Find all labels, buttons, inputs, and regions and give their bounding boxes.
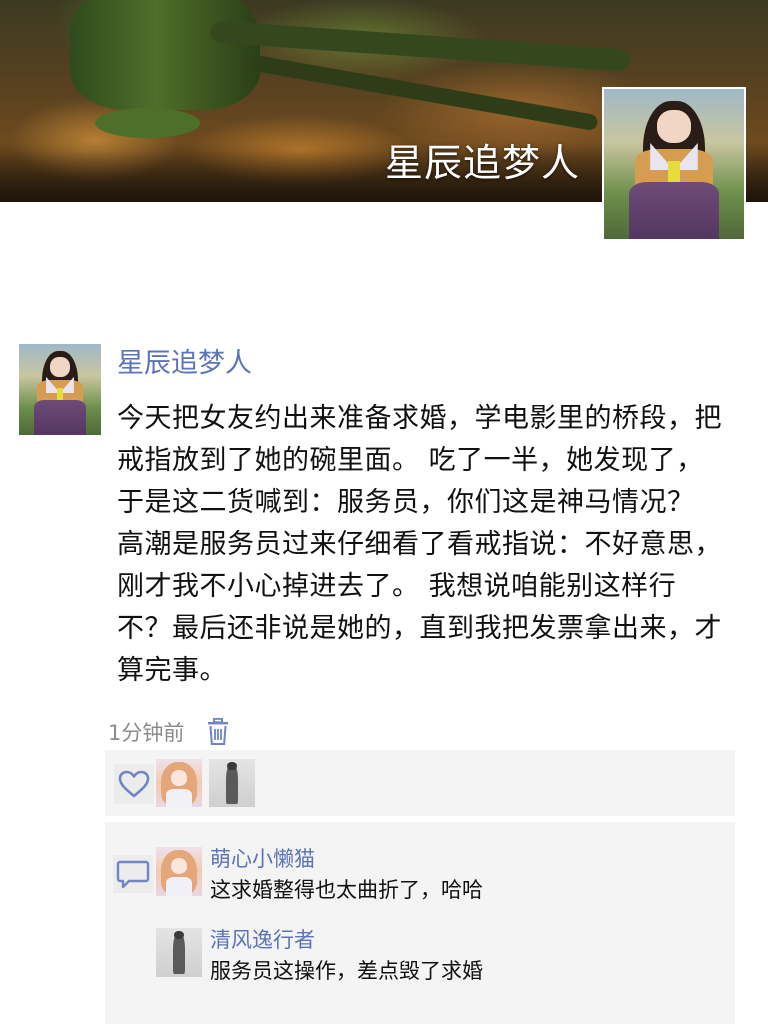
post-timestamp: 1分钟前 [108,721,185,745]
comments-panel: 萌心小懒猫 这求婚整得也太曲折了，哈哈 清风逸行者 服务员这操作，差点毁了求婚 [105,822,735,1024]
tree-root [251,54,599,132]
commenter-name[interactable]: 萌心小懒猫 [210,843,315,873]
profile-avatar[interactable] [602,87,746,241]
comment-icon [116,860,150,889]
like-button[interactable] [114,764,154,804]
anime-girl-avatar [156,759,202,807]
post-author-avatar[interactable] [19,344,101,435]
man-in-suit-avatar [209,759,255,807]
post-content: 今天把女友约出来准备求婚，学电影里的桥段，把戒指放到了她的碗里面。 吃了一半，她… [117,403,722,686]
portrait-image [19,344,101,435]
comment-button[interactable] [113,855,153,893]
commenter-avatar[interactable] [156,847,202,896]
comment-text: 服务员这操作，差点毁了求婚 [210,959,483,983]
commenter-avatar[interactable] [156,928,202,977]
delete-icon[interactable] [206,717,230,746]
liker-avatar[interactable] [156,759,202,807]
heart-icon [118,770,150,798]
post-meta: 1分钟前 [108,716,230,748]
comment-text: 这求婚整得也太曲折了，哈哈 [210,878,483,902]
man-in-suit-avatar [156,928,202,977]
liker-avatar[interactable] [209,759,255,807]
post-author-name[interactable]: 星辰追梦人 [117,341,252,380]
tree-trunk [70,0,260,110]
cover-username: 星辰追梦人 [384,141,580,185]
moss-patch [95,108,200,138]
likes-panel [105,750,735,816]
anime-girl-avatar [156,847,202,896]
commenter-name[interactable]: 清风逸行者 [210,924,315,954]
portrait-image [604,89,744,239]
